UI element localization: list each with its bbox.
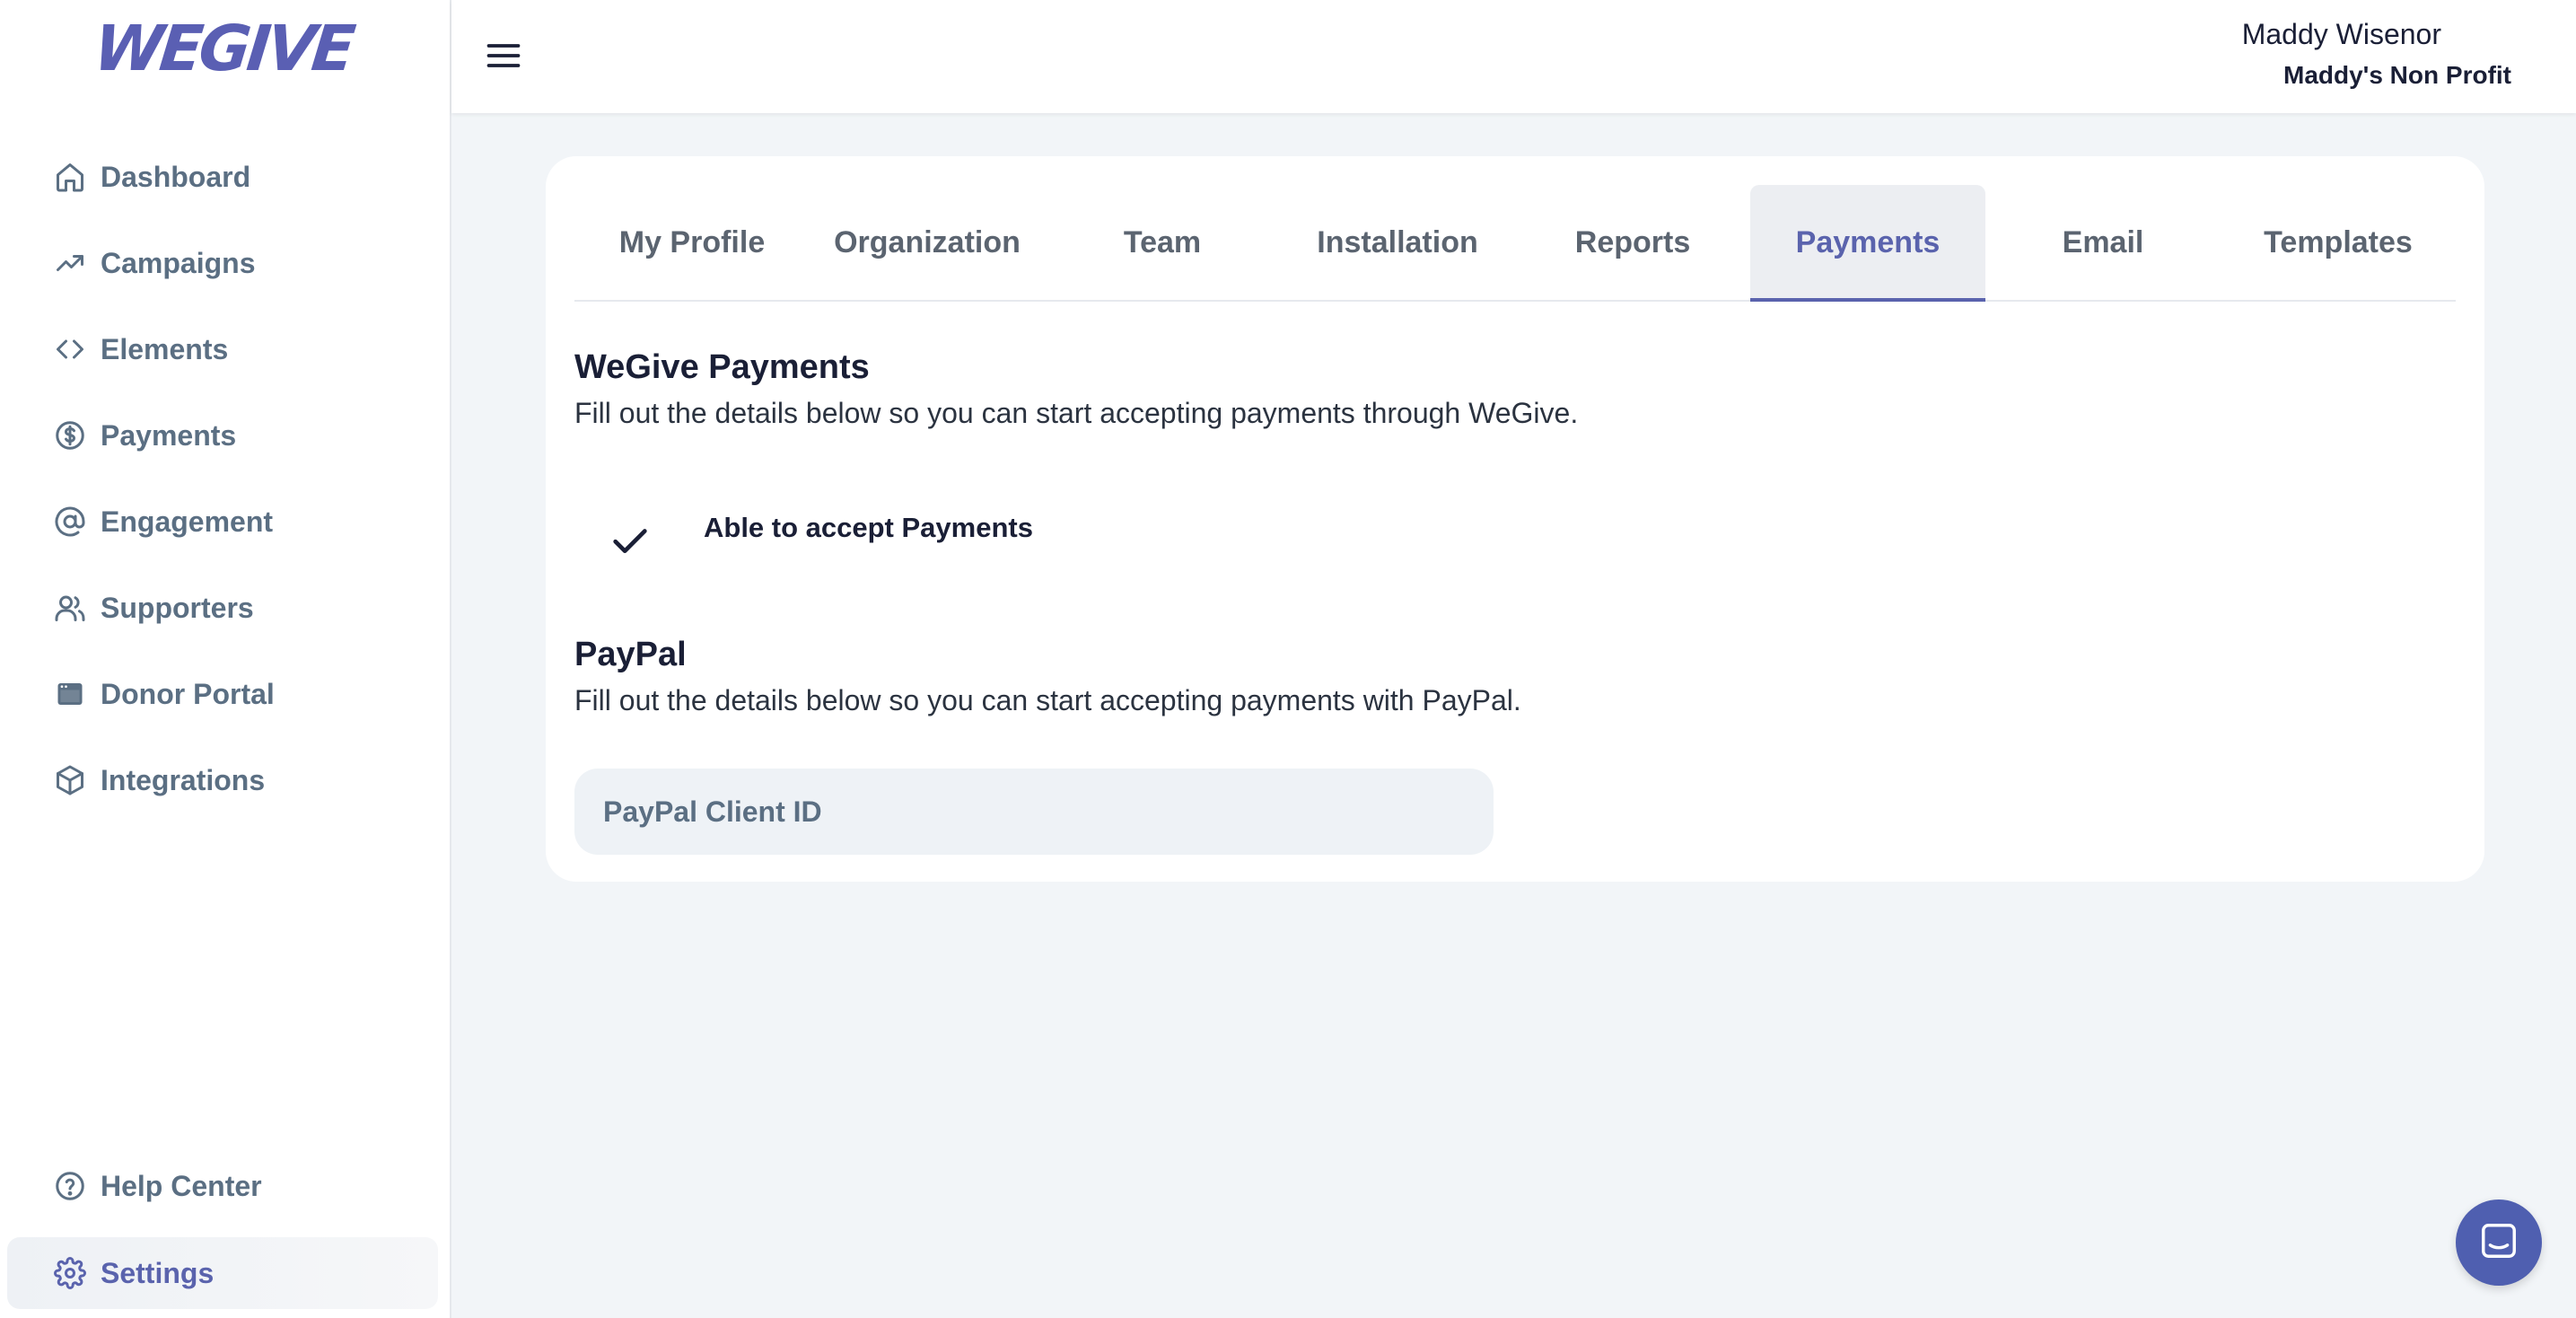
- sidebar-item-label: Payments: [101, 418, 237, 452]
- tab-my-profile[interactable]: My Profile: [574, 185, 810, 300]
- paypal-title: PayPal: [574, 636, 687, 673]
- sidebar-item-label: Supporters: [101, 591, 254, 624]
- top-bar: Maddy Wisenor Maddy's Non Profit: [451, 0, 2576, 113]
- settings-tabs: My Profile Organization Team Installatio…: [574, 185, 2456, 302]
- sidebar-item-settings[interactable]: Settings: [7, 1237, 438, 1309]
- users-icon: [52, 590, 88, 626]
- wegive-logo[interactable]: WEGIVE: [90, 12, 355, 85]
- sidebar: WEGIVE Dashboard Campaigns Elements Paym…: [0, 0, 451, 1318]
- tab-payments[interactable]: Payments: [1750, 185, 1985, 302]
- wegive-payments-description: Fill out the details below so you can st…: [574, 397, 1579, 429]
- sidebar-item-label: Help Center: [101, 1169, 262, 1202]
- sidebar-item-help-center[interactable]: Help Center: [7, 1150, 438, 1222]
- payments-status-label: Able to accept Payments: [704, 512, 1033, 543]
- at-icon: [52, 504, 88, 540]
- help-circle-icon: [52, 1168, 88, 1204]
- trend-icon: [52, 245, 88, 281]
- paypal-client-id-input[interactable]: [574, 769, 1494, 855]
- sidebar-item-label: Dashboard: [101, 160, 251, 193]
- window-icon: [52, 676, 88, 712]
- home-icon: [52, 159, 88, 195]
- organization-name[interactable]: Maddy's Non Profit: [2283, 61, 2511, 90]
- sidebar-item-label: Campaigns: [101, 246, 256, 279]
- logo-text: WEGIVE: [90, 12, 355, 85]
- sidebar-item-label: Settings: [101, 1256, 215, 1289]
- sidebar-item-label: Donor Portal: [101, 677, 275, 710]
- dollar-circle-icon: [52, 417, 88, 453]
- chat-icon: [2478, 1220, 2519, 1266]
- code-icon: [52, 331, 88, 367]
- sidebar-item-label: Elements: [101, 332, 229, 365]
- checkmark-icon: [605, 515, 655, 566]
- sidebar-item-dashboard[interactable]: Dashboard: [7, 141, 438, 213]
- paypal-description: Fill out the details below so you can st…: [574, 684, 1521, 716]
- gear-icon: [52, 1255, 88, 1291]
- chat-launcher-button[interactable]: [2456, 1199, 2542, 1286]
- tab-installation[interactable]: Installation: [1280, 185, 1515, 300]
- cube-icon: [52, 762, 88, 798]
- sidebar-item-elements[interactable]: Elements: [7, 313, 438, 385]
- tab-reports[interactable]: Reports: [1515, 185, 1750, 300]
- sidebar-item-supporters[interactable]: Supporters: [7, 572, 438, 644]
- tab-email[interactable]: Email: [1985, 185, 2221, 300]
- settings-card: My Profile Organization Team Installatio…: [546, 156, 2484, 882]
- tab-team[interactable]: Team: [1045, 185, 1280, 300]
- user-name[interactable]: Maddy Wisenor: [2242, 18, 2441, 51]
- sidebar-item-label: Engagement: [101, 505, 274, 538]
- sidebar-item-campaigns[interactable]: Campaigns: [7, 227, 438, 299]
- paypal-client-id-wrapper: [574, 769, 1494, 855]
- sidebar-item-engagement[interactable]: Engagement: [7, 486, 438, 558]
- sidebar-item-payments[interactable]: Payments: [7, 400, 438, 471]
- sidebar-item-donor-portal[interactable]: Donor Portal: [7, 658, 438, 730]
- wegive-payments-title: WeGive Payments: [574, 348, 870, 386]
- tab-organization[interactable]: Organization: [810, 185, 1045, 300]
- sidebar-item-label: Integrations: [101, 763, 266, 796]
- hamburger-menu-icon[interactable]: [484, 36, 523, 75]
- sidebar-item-integrations[interactable]: Integrations: [7, 744, 438, 816]
- tab-templates[interactable]: Templates: [2221, 185, 2456, 300]
